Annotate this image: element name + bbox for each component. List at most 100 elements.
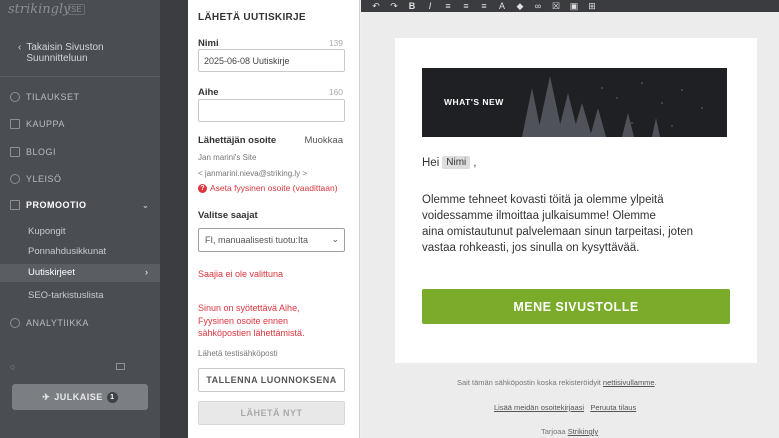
recipients-select[interactable]: FI, manuaalisesti tuotu:Ita ⌄ — [198, 228, 345, 252]
chevron-down-icon: ⌄ — [331, 234, 339, 244]
sub-newsletters-row[interactable]: Uutiskirjeet › — [0, 264, 160, 282]
undo-icon[interactable]: ↶ — [367, 0, 385, 12]
blog-icon — [10, 147, 20, 157]
code-icon[interactable]: ⊞ — [583, 0, 601, 12]
panel-title: LÄHETÄ UUTISKIRJE — [198, 12, 306, 23]
strikingly-link[interactable]: Strikingly — [568, 427, 598, 436]
nav-orders[interactable]: TILAUKSET — [10, 92, 80, 102]
sub-coupons[interactable]: Kupongit — [28, 226, 66, 237]
chevron-left-icon: ‹ — [18, 42, 22, 53]
hero-title: WHAT'S NEW — [444, 97, 504, 107]
nav-store[interactable]: KAUPPA — [10, 119, 65, 129]
no-recipients-error: Saajia ei ole valittuna — [198, 269, 284, 279]
nav-promotion-label: PROMOOTIO — [26, 200, 87, 210]
greeting: Hei Nimi , — [422, 156, 476, 169]
send-now-button[interactable]: LÄHETÄ NYT — [198, 401, 345, 425]
greeting-suffix: , — [473, 156, 477, 169]
name-char-counter: 139 — [328, 38, 343, 48]
sub-popups[interactable]: Ponnahdusikkunat — [28, 246, 106, 257]
chevron-right-icon: › — [145, 267, 148, 277]
sender-name: Jan marini's Site — [198, 153, 257, 162]
rocket-icon: ✈ — [42, 391, 51, 402]
font-color-icon[interactable]: A — [493, 0, 511, 12]
nav-analytics[interactable]: ANALYTIIKKA — [10, 318, 89, 328]
back-label-line2: Suunnitteluun — [26, 53, 88, 64]
footer-reason-text: Sait tämän sähköpostin koska rekisteröid… — [457, 378, 601, 387]
analytics-icon — [10, 318, 20, 328]
sender-label: Lähettäjän osoite — [198, 135, 277, 146]
publish-count-badge: 1 — [106, 391, 118, 403]
subject-label: Aihe — [198, 87, 219, 98]
chevron-down-icon: ⌄ — [142, 200, 150, 210]
email-body-line4: vastaa rohkeasti, jos sinulla on kysyttä… — [422, 242, 640, 254]
nav-analytics-label: ANALYTIIKKA — [26, 318, 89, 328]
divider — [0, 76, 160, 77]
subject-char-counter: 160 — [328, 87, 343, 97]
unsubscribe-link[interactable]: Peruuta tilaus — [590, 403, 636, 412]
nav-blog[interactable]: BLOGI — [10, 147, 56, 157]
link-icon[interactable]: ∞ — [529, 0, 547, 12]
footer-links: Lisää meidän osoitekirjaasi Peruuta tila… — [494, 403, 636, 412]
footer-reason-end: . — [654, 378, 657, 387]
nav-blog-label: BLOGI — [26, 147, 57, 157]
publish-label: JULKAISE — [54, 392, 103, 402]
sub-newsletters: Uutiskirjeet — [28, 267, 75, 278]
question-icon: ? — [198, 183, 207, 193]
validation-error-line2: Fyysinen osoite ennen — [198, 315, 289, 326]
edit-sender-link[interactable]: Muokkaa — [304, 135, 343, 146]
device-icon[interactable] — [116, 363, 125, 370]
brand-badge: SE — [68, 4, 85, 15]
back-label-line1: Takaisin Sivuston — [26, 42, 104, 53]
set-address-link[interactable]: ? Aseta fyysinen osoite (vaadittaan) — [198, 183, 338, 193]
name-merge-tag[interactable]: Nimi — [442, 156, 471, 169]
visit-site-button[interactable]: MENE SIVUSTOLLE — [422, 289, 730, 324]
italic-icon[interactable]: I — [421, 0, 439, 12]
bold-icon[interactable]: B — [403, 0, 421, 12]
publish-button[interactable]: ✈ JULKAISE 1 — [12, 384, 148, 410]
brand-logo: strikingly — [8, 2, 71, 17]
help-icon[interactable]: ○ — [10, 362, 15, 372]
add-to-contacts-link[interactable]: Lisää meidän osoitekirjaasi — [494, 403, 584, 412]
subject-input[interactable] — [198, 99, 345, 122]
align-center-icon[interactable]: ≡ — [457, 0, 475, 12]
recipients-select-value: FI, manuaalisesti tuotu:Ita — [205, 235, 309, 245]
email-body-line3: aina omistautunut palvelemaan sinun tarp… — [422, 226, 694, 238]
overlay-strip — [160, 0, 188, 438]
greeting-word: Hei — [422, 156, 440, 169]
footer-powered: Tarjoaa Strikingly — [541, 427, 598, 436]
recipients-label: Valitse saajat — [198, 210, 258, 221]
nav-store-label: KAUPPA — [26, 119, 65, 129]
unlink-icon[interactable]: ☒ — [547, 0, 565, 12]
newsletter-form-panel: LÄHETÄ UUTISKIRJE Nimi 139 Aihe 160 Lähe… — [188, 0, 360, 438]
validation-error: Sinun on syötettävä Aihe, Fyysinen osoit… — [198, 302, 305, 340]
audience-icon — [10, 174, 20, 184]
save-draft-button[interactable]: TALLENNA LUONNOKSENA — [198, 368, 345, 392]
nav-audience-label: YLEISÖ — [26, 174, 62, 184]
footer-reason: Sait tämän sähköpostin koska rekisteröid… — [457, 378, 657, 387]
nav-promotion[interactable]: PROMOOTIO ⌄ — [10, 200, 149, 210]
nav-audience[interactable]: YLEISÖ — [10, 174, 62, 184]
powered-by-text: Tarjoaa — [541, 427, 566, 436]
sub-seo-checklist[interactable]: SEO-tarkistuslista — [28, 290, 104, 301]
send-test-email-link[interactable]: Lähetä testisähköposti — [198, 349, 278, 358]
email-body-line2: voidessamme ilmoittaa julkaisumme! Olemm… — [422, 210, 656, 222]
hero-banner[interactable]: WHAT'S NEW — [422, 68, 727, 137]
clipboard-icon — [10, 92, 20, 102]
cart-icon — [10, 119, 20, 129]
text-size-icon[interactable]: ◆ — [511, 0, 529, 12]
email-body[interactable]: Olemme tehneet kovasti töitä ja olemme y… — [422, 192, 732, 256]
email-card: WHAT'S NEW Hei Nimi , Olemme tehneet kov… — [395, 38, 757, 363]
name-input[interactable] — [198, 49, 345, 72]
back-to-site-button[interactable]: ‹ Takaisin Sivuston Suunnitteluun — [18, 42, 104, 64]
website-link[interactable]: nettisivullamme — [603, 378, 655, 387]
image-icon[interactable]: ▣ — [565, 0, 583, 12]
validation-error-line3: sähköpostien lähettämistä. — [198, 328, 305, 338]
align-left-icon[interactable]: ≡ — [439, 0, 457, 12]
redo-icon[interactable]: ↷ — [385, 0, 403, 12]
email-body-line1: Olemme tehneet kovasti töitä ja olemme y… — [422, 194, 664, 206]
megaphone-icon — [10, 200, 20, 210]
align-right-icon[interactable]: ≡ — [475, 0, 493, 12]
sender-email: < janmarini.nieva@striking.ly > — [198, 169, 308, 178]
validation-error-line1: Sinun on syötettävä Aihe, — [198, 303, 300, 313]
editor-toolbar: ↶ ↷ B I ≡ ≡ ≡ A ◆ ∞ ☒ ▣ ⊞ — [361, 0, 779, 12]
